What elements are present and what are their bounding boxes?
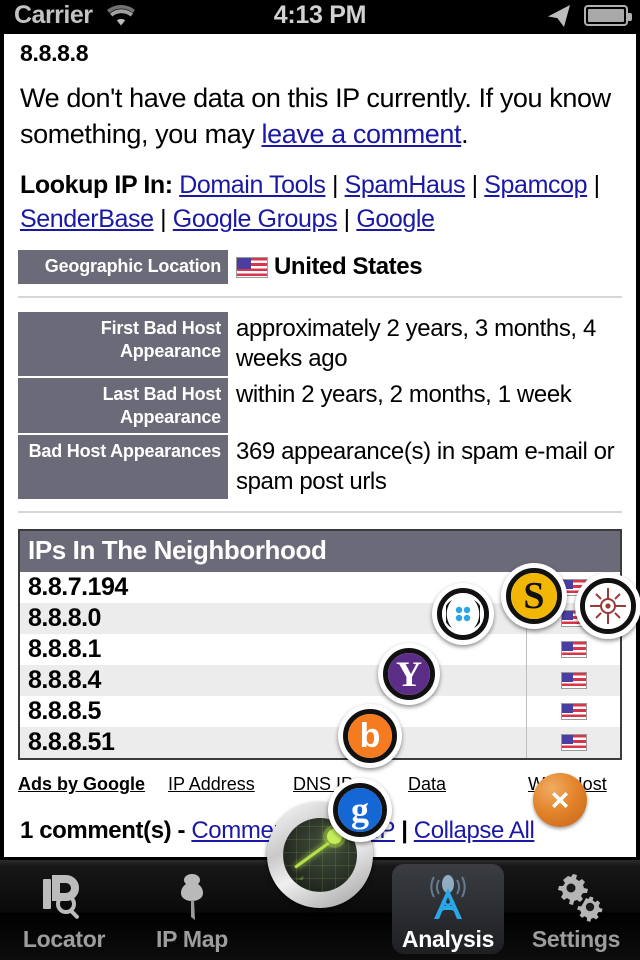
- sphinn-icon: S: [511, 573, 557, 619]
- ads-by-google-label[interactable]: Ads by Google: [18, 774, 168, 795]
- share-bubble-bebo[interactable]: b: [338, 704, 402, 768]
- sphinn-glyph: S: [523, 575, 545, 617]
- radio-tower-icon: [420, 870, 476, 924]
- bad-host-appearances-label: Bad Host Appearances: [18, 435, 228, 500]
- tab-locator[interactable]: Locator: [0, 860, 128, 960]
- table-row[interactable]: 8.8.8.1: [20, 634, 620, 666]
- neighborhood-ip[interactable]: 8.8.8.4: [20, 666, 526, 695]
- ad-link-data[interactable]: Data: [408, 774, 528, 795]
- location-arrow-icon: [548, 4, 570, 27]
- bad-host-appearances-value: 369 appearance(s) in spam e-mail or spam…: [236, 438, 615, 496]
- comments-separator: |: [394, 817, 414, 845]
- share-bubble-yahoo[interactable]: Y: [378, 643, 440, 705]
- divider: [18, 511, 622, 514]
- last-bad-host-value: within 2 years, 2 months, 1 week: [236, 381, 572, 409]
- last-bad-host-label: Last Bad Host Appearance: [18, 378, 228, 434]
- table-row[interactable]: 8.8.8.4: [20, 665, 620, 697]
- table-row[interactable]: 8.8.8.51: [20, 727, 620, 759]
- google-icon: g: [338, 788, 382, 832]
- yahoo-glyph: Y: [396, 654, 422, 694]
- lookup-link-domain-tools[interactable]: Domain Tools: [179, 171, 326, 199]
- ads-row: Ads by Google IP Address DNS IP Data Web…: [18, 760, 622, 795]
- share-bubble-technorati[interactable]: [432, 583, 494, 645]
- us-flag-icon: [560, 703, 587, 721]
- web-content-area[interactable]: 8.8.8.8 We don't have data on this IP cu…: [0, 31, 640, 860]
- google-glyph: g: [351, 790, 369, 830]
- clock-label: 4:13 PM: [273, 1, 367, 29]
- share-bubble-sphinn[interactable]: S: [501, 563, 567, 629]
- share-bubble-target[interactable]: [575, 573, 640, 639]
- us-flag-icon: [236, 256, 268, 278]
- first-bad-host-label: First Bad Host Appearance: [18, 312, 228, 377]
- tab-label-locator: Locator: [22, 926, 106, 952]
- battery-icon: [584, 5, 632, 26]
- status-bar: Carrier 4:13 PM: [0, 0, 640, 31]
- share-bubble-google[interactable]: g: [328, 778, 392, 842]
- country-name: United States: [274, 253, 423, 281]
- lookup-label: Lookup IP In:: [20, 170, 173, 199]
- us-flag-icon: [560, 641, 587, 659]
- lookup-link-google[interactable]: Google: [356, 205, 435, 233]
- geographic-location-value: United States: [228, 250, 636, 284]
- neighborhood-flag-cell: [526, 665, 620, 697]
- bebo-icon: b: [348, 714, 392, 758]
- page-title: 8.8.8.8: [20, 40, 89, 66]
- target-icon: [585, 583, 631, 629]
- neighborhood-flag-cell: [526, 727, 620, 759]
- no-data-message: We don't have data on this IP currently.…: [4, 67, 636, 153]
- leave-a-comment-link[interactable]: leave a comment: [262, 119, 462, 149]
- geographic-location-block: Geographic Location United States: [4, 236, 636, 285]
- tab-label-ip-map: IP Map: [156, 926, 228, 952]
- lookup-link-senderbase[interactable]: SenderBase: [20, 205, 154, 233]
- table-row: Last Bad Host Appearance within 2 years,…: [4, 378, 636, 434]
- geographic-location-row: Geographic Location United States: [4, 250, 636, 285]
- status-right-group: [545, 3, 632, 29]
- neighborhood-ip[interactable]: 8.8.8.5: [20, 697, 526, 726]
- comment-count-label: 1 comment(s) -: [20, 817, 192, 845]
- tab-analysis[interactable]: Analysis: [384, 860, 512, 960]
- radar-sweep: [293, 838, 347, 880]
- close-share-button[interactable]: [533, 773, 587, 827]
- bebo-glyph: b: [359, 716, 381, 755]
- us-flag-icon: [560, 734, 587, 752]
- table-row: First Bad Host Appearance approximately …: [4, 312, 636, 377]
- lookup-link-google-groups[interactable]: Google Groups: [173, 205, 338, 233]
- ip-locator-icon: [37, 870, 91, 924]
- lookup-ip-row: Lookup IP In: Domain Tools | SpamHaus | …: [20, 170, 600, 233]
- ad-link-ip-address[interactable]: IP Address: [168, 774, 293, 795]
- yahoo-icon: Y: [388, 653, 430, 695]
- table-row: Bad Host Appearances 369 appearance(s) i…: [4, 435, 636, 500]
- technorati-icon: [442, 593, 484, 635]
- tab-label-settings: Settings: [531, 926, 621, 952]
- map-pin-icon: [170, 870, 214, 924]
- neighborhood-flag-cell: [526, 696, 620, 728]
- tab-label-analysis: Analysis: [401, 926, 495, 952]
- gears-icon: [548, 870, 604, 924]
- neighborhood-ip[interactable]: 8.8.8.51: [20, 728, 526, 757]
- no-data-message-period: .: [461, 118, 469, 149]
- geographic-location-label: Geographic Location: [18, 250, 228, 285]
- bad-host-block: First Bad Host Appearance approximately …: [4, 298, 636, 500]
- close-icon: [552, 792, 568, 808]
- table-row[interactable]: 8.8.8.5: [20, 696, 620, 728]
- tab-settings[interactable]: Settings: [512, 860, 640, 960]
- lookup-link-spamcop[interactable]: Spamcop: [484, 171, 587, 199]
- first-bad-host-value: approximately 2 years, 3 months, 4 weeks…: [236, 315, 596, 373]
- lookup-link-spamhaus[interactable]: SpamHaus: [345, 171, 466, 199]
- us-flag-icon: [560, 672, 587, 690]
- tab-ip-map[interactable]: IP Map: [128, 860, 256, 960]
- collapse-all-link[interactable]: Collapse All: [414, 817, 535, 844]
